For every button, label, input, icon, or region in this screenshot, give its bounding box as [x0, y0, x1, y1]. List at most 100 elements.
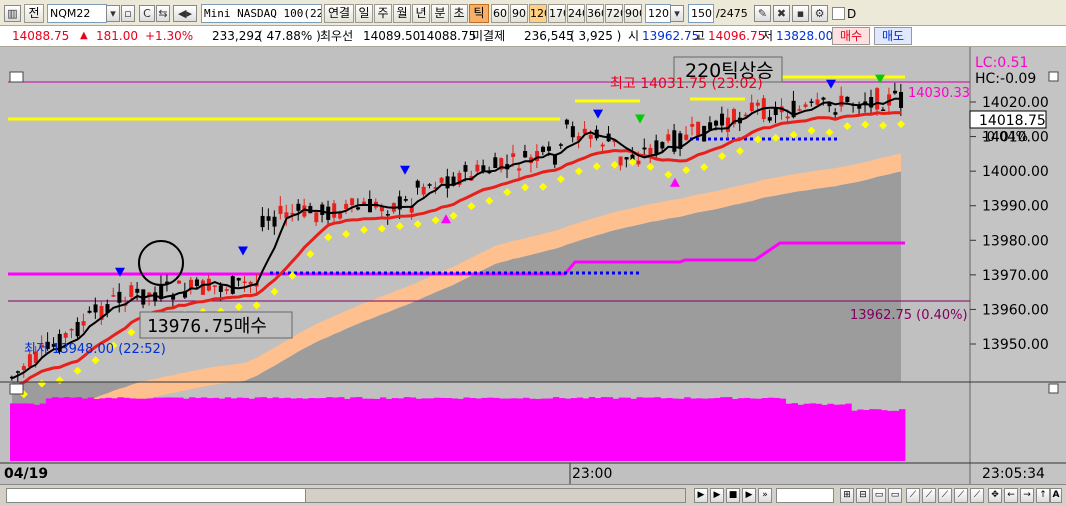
fit-all-icon[interactable]: ▭	[888, 488, 902, 503]
interval-select[interactable]: 120	[645, 4, 671, 23]
interval-60[interactable]: 60	[491, 4, 509, 23]
interval-240[interactable]: 240	[567, 4, 585, 23]
zoom-out-icon[interactable]: ⊟	[856, 488, 870, 503]
candle-body	[696, 121, 701, 137]
panel-menu-icon[interactable]	[9, 71, 24, 83]
move-icon[interactable]: ✥	[988, 488, 1002, 503]
price-chart[interactable]: 220틱상승 최고 14031.75 (23:02) 최저 13948.00 (…	[0, 47, 1066, 484]
lc-label: LC:0.51	[975, 55, 1028, 71]
scroll-left-icon[interactable]: ←	[1004, 488, 1018, 503]
candle-body	[672, 130, 677, 152]
volume-bar	[863, 410, 870, 461]
scroll-right-icon[interactable]: →	[1020, 488, 1034, 503]
interval-900[interactable]: 900	[624, 4, 642, 23]
candle-body	[385, 214, 390, 216]
open-value: 13962.75	[642, 29, 700, 43]
step-icon[interactable]: ▶	[742, 488, 756, 503]
cross-icon[interactable]: ✖	[773, 5, 790, 22]
interval-dropdown-icon[interactable]: ▾	[670, 5, 684, 22]
stop-icon[interactable]: ■	[726, 488, 740, 503]
high-marker-label: 최고 14031.75 (23:02)	[610, 76, 763, 92]
candle-body	[194, 279, 199, 286]
save-icon[interactable]: ▪	[792, 5, 809, 22]
interval-90[interactable]: 90	[510, 4, 528, 23]
draw-line-icon[interactable]: ⟋	[906, 488, 920, 503]
zoom-in-icon[interactable]: ⊞	[840, 488, 854, 503]
candle-body	[720, 113, 725, 126]
candle-body	[248, 281, 253, 285]
monthly-button[interactable]: 월	[393, 4, 411, 23]
text-tool-icon[interactable]: A	[1050, 488, 1062, 503]
volume-menu-icon[interactable]	[9, 383, 24, 395]
candle-body	[624, 157, 629, 160]
volume-bar	[260, 397, 267, 461]
volume-bar	[320, 398, 327, 461]
chart-scrollbar[interactable]	[6, 488, 686, 503]
connect-button[interactable]: 연결	[324, 4, 354, 23]
mode-button[interactable]: 전	[24, 4, 44, 23]
interval-720[interactable]: 720	[605, 4, 623, 23]
draw-trend-icon[interactable]: ⟋	[970, 488, 984, 503]
d-checkbox[interactable]	[832, 7, 845, 20]
daily-button[interactable]: 일	[355, 4, 373, 23]
chart-toolbar: ▥ 전 NQM22 ▾ ▫ C ⇆ ◀▸ Mini NASDAQ 100(22.…	[0, 0, 1066, 26]
low-marker-label: 최저 13948.00 (22:52)	[24, 342, 166, 357]
candle-body	[230, 276, 235, 294]
scroll-up-icon[interactable]: ↑	[1036, 488, 1050, 503]
tools-icon[interactable]: ✎	[754, 5, 771, 22]
play-icon[interactable]: ▶	[710, 488, 724, 503]
y-tick-label: 14020.00	[982, 95, 1049, 111]
sell-button[interactable]: 매도	[874, 27, 912, 45]
fit-icon[interactable]: ▭	[872, 488, 886, 503]
interval-170[interactable]: 170	[548, 4, 566, 23]
y-tick-label: 14000.00	[982, 164, 1049, 180]
candle-body	[344, 203, 349, 209]
candle-body	[117, 291, 122, 303]
symbol-input[interactable]: NQM22	[47, 4, 107, 23]
candle-body	[260, 215, 265, 228]
tick-button[interactable]: 틱	[469, 4, 489, 23]
draw-fib-icon[interactable]: ⟋	[954, 488, 968, 503]
second-button[interactable]: 초	[450, 4, 468, 23]
panel-close-icon[interactable]	[1048, 71, 1059, 82]
yearly-button[interactable]: 년	[412, 4, 430, 23]
draw-channel-icon[interactable]: ⟋	[938, 488, 952, 503]
candle-body	[212, 285, 217, 287]
chart-canvas[interactable]: 220틱상승 최고 14031.75 (23:02) 최저 13948.00 (…	[0, 47, 1066, 484]
volume-bar	[666, 397, 673, 461]
weekly-button[interactable]: 주	[374, 4, 392, 23]
zoom-slider[interactable]	[776, 488, 834, 503]
volume-bar	[81, 398, 88, 461]
buy-button[interactable]: 매수	[832, 27, 870, 45]
symbol-search-icon[interactable]: ▫	[121, 5, 135, 22]
draw-arrow-icon[interactable]: ⟋	[922, 488, 936, 503]
count-input[interactable]: 150	[688, 4, 714, 23]
candle-body	[684, 134, 689, 140]
candle-body	[570, 126, 575, 138]
right-level-label: 14030.33	[908, 86, 970, 101]
interval-120[interactable]: 120	[529, 4, 547, 23]
speaker-icon[interactable]: ◀▸	[173, 5, 197, 22]
candle-body	[755, 102, 760, 106]
chart-app-icon[interactable]: ▥	[4, 5, 21, 22]
scroll-start-icon[interactable]: ▶	[694, 488, 708, 503]
candle-body	[642, 147, 647, 150]
copy-icon[interactable]: C	[139, 5, 155, 22]
volume-bar	[606, 397, 614, 461]
volume-bar	[511, 398, 518, 461]
candle-body	[439, 177, 444, 183]
fast-forward-icon[interactable]: »	[758, 488, 772, 503]
candle-body	[714, 120, 719, 126]
link-icon[interactable]: ⇆	[156, 5, 170, 22]
settings-icon[interactable]: ⚙	[811, 5, 828, 22]
volume-bar	[797, 404, 804, 461]
interval-360[interactable]: 360	[586, 4, 604, 23]
symbol-dropdown-icon[interactable]: ▾	[106, 5, 120, 22]
time-right-label: 23:05:34	[982, 466, 1045, 482]
minute-button[interactable]: 분	[431, 4, 449, 23]
candle-body	[517, 168, 522, 171]
scrollbar-thumb[interactable]	[305, 489, 685, 502]
candle-body	[224, 289, 229, 291]
volume-close-icon[interactable]	[1048, 383, 1059, 394]
volume-bar	[564, 398, 572, 461]
